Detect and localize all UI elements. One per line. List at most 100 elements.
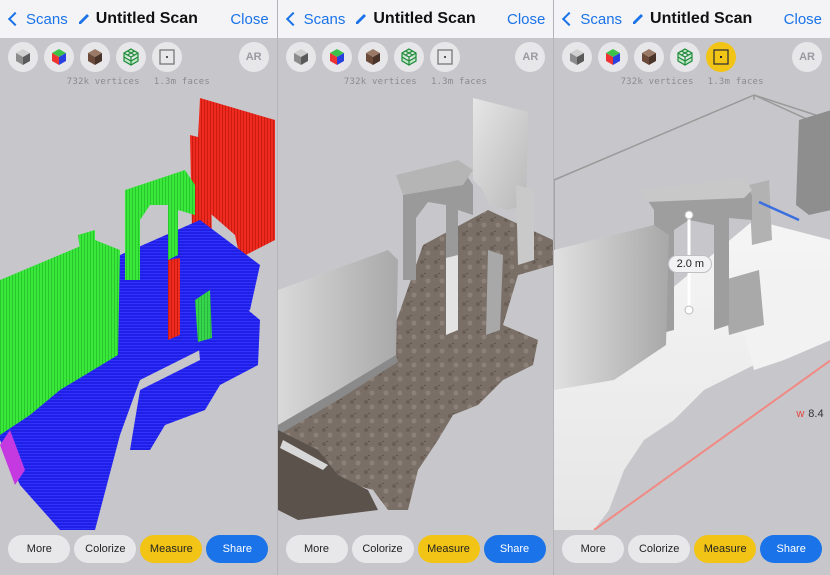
grey-cube-icon [293, 49, 308, 65]
ar-button[interactable]: AR [515, 42, 546, 72]
wireframe-cube-button[interactable] [393, 42, 424, 72]
bottom-action-bar: More Colorize Measure Share [554, 535, 830, 565]
bounding-box-icon [713, 49, 729, 65]
colorize-button[interactable]: Colorize [351, 535, 414, 563]
close-button[interactable]: Close [230, 11, 268, 28]
textured-cube-icon [365, 49, 380, 65]
grey-cube-icon [16, 49, 30, 65]
colorize-button[interactable]: Colorize [628, 535, 691, 563]
back-label: Scans [580, 10, 623, 28]
view-toolbar: AR 732k vertices 1.3m faces [0, 38, 277, 90]
measure-button[interactable]: Measure [417, 535, 480, 563]
nav-bar: Scans Untitled Scan Close [554, 0, 830, 38]
more-button[interactable]: More [8, 535, 71, 563]
bounding-box-button[interactable] [152, 42, 182, 72]
rgb-cube-button[interactable] [321, 42, 352, 72]
faces-count: 1.3m faces [707, 77, 764, 87]
view-toolbar: AR 732k vertices 1.3m faces [278, 38, 554, 90]
bounding-box-icon [437, 49, 453, 65]
wall-right-panel [724, 270, 765, 335]
wall-back-right [796, 110, 830, 215]
more-button[interactable]: More [562, 535, 625, 563]
measure-mesh-viewport[interactable] [554, 90, 830, 530]
nav-bar: Scans Untitled Scan Close [277, 0, 554, 38]
grey-cube-button[interactable] [562, 42, 593, 72]
width-prefix: w [796, 408, 805, 420]
wireframe-cube-icon [401, 48, 417, 66]
share-button[interactable]: Share [483, 535, 546, 563]
rgb-cube-button[interactable] [598, 42, 629, 72]
wall-post-right [515, 185, 534, 265]
measure-point-top[interactable] [684, 210, 694, 220]
rgb-cube-button[interactable] [44, 42, 74, 72]
pencil-icon[interactable] [78, 13, 90, 25]
measure-point-bottom[interactable] [684, 305, 694, 315]
bounding-box-icon [159, 49, 175, 65]
more-button[interactable]: More [285, 535, 348, 563]
grey-cube-button[interactable] [285, 42, 316, 72]
ar-button[interactable]: AR [792, 42, 823, 72]
mesh-stats: 732k vertices 1.3m faces [554, 77, 830, 87]
measure-button[interactable]: Measure [694, 535, 757, 563]
door-post-red [168, 258, 180, 340]
wireframe-cube-button[interactable] [116, 42, 146, 72]
back-button[interactable]: Scans [7, 10, 68, 28]
rgb-cube-icon [52, 49, 66, 65]
share-button[interactable]: Share [206, 535, 269, 563]
scan-title: Untitled Scan [95, 10, 198, 27]
wireframe-cube-icon [123, 48, 139, 66]
chevron-left-icon [562, 11, 577, 27]
wireframe-cube-button[interactable] [670, 42, 701, 72]
chevron-left-icon [285, 11, 300, 27]
wireframe-cube-icon [677, 48, 693, 66]
height-measure-label: 2.0 m [668, 255, 713, 273]
bounding-box-button[interactable] [706, 42, 737, 72]
faces-count: 1.3m faces [153, 77, 210, 87]
view-toolbar: AR 732k vertices 1.3m faces [554, 38, 830, 90]
vertices-count: 732k vertices [66, 77, 140, 87]
wall-right-post [749, 180, 773, 245]
colorize-button[interactable]: Colorize [74, 535, 137, 563]
mesh-stats: 732k vertices 1.3m faces [278, 77, 554, 87]
textured-cube-button[interactable] [357, 42, 388, 72]
normals-mesh-viewport[interactable] [0, 90, 277, 530]
measure-button[interactable]: Measure [140, 535, 203, 563]
close-button[interactable]: Close [784, 11, 822, 28]
vertices-count: 732k vertices [343, 77, 417, 87]
scan-title: Untitled Scan [373, 10, 476, 27]
back-label: Scans [26, 10, 68, 28]
rgb-cube-icon [329, 49, 344, 65]
share-button[interactable]: Share [760, 535, 823, 563]
faces-count: 1.3m faces [430, 77, 488, 87]
textured-cube-icon [642, 49, 657, 65]
rgb-cube-icon [606, 49, 621, 65]
chevron-left-icon [7, 11, 23, 27]
screens: Scans Untitled Scan Close AR 732k vertic… [0, 0, 830, 575]
textured-cube-icon [88, 49, 102, 65]
textured-cube-button[interactable] [634, 42, 665, 72]
close-button[interactable]: Close [507, 11, 545, 28]
nav-bar: Scans Untitled Scan Close [0, 0, 277, 38]
pencil-icon[interactable] [632, 13, 644, 25]
bottom-action-bar: More Colorize Measure Share [0, 535, 277, 565]
pencil-icon[interactable] [355, 13, 367, 25]
panel-measure-view: Scans Untitled Scan Close AR 732k vertic… [553, 0, 830, 575]
bottom-action-bar: More Colorize Measure Share [278, 535, 554, 565]
width-measure-label: w 8.4 [796, 408, 823, 420]
bounding-box-button[interactable] [429, 42, 460, 72]
back-button[interactable]: Scans [285, 10, 346, 28]
door-side-light [445, 255, 458, 335]
back-label: Scans [303, 10, 346, 28]
back-button[interactable]: Scans [562, 11, 622, 28]
vertices-count: 732k vertices [620, 77, 694, 87]
scan-title: Untitled Scan [650, 10, 753, 27]
width-value: 8.4 [808, 408, 824, 420]
panel-textured-view: Scans Untitled Scan Close AR 732k vertic… [276, 0, 554, 575]
grey-cube-icon [570, 49, 585, 65]
textured-cube-button[interactable] [80, 42, 110, 72]
panel-normals-view: Scans Untitled Scan Close AR 732k vertic… [0, 0, 277, 575]
grey-cube-button[interactable] [8, 42, 38, 72]
textured-mesh-viewport[interactable] [277, 90, 554, 530]
ar-button[interactable]: AR [238, 42, 269, 72]
mesh-stats: 732k vertices 1.3m faces [0, 77, 277, 87]
